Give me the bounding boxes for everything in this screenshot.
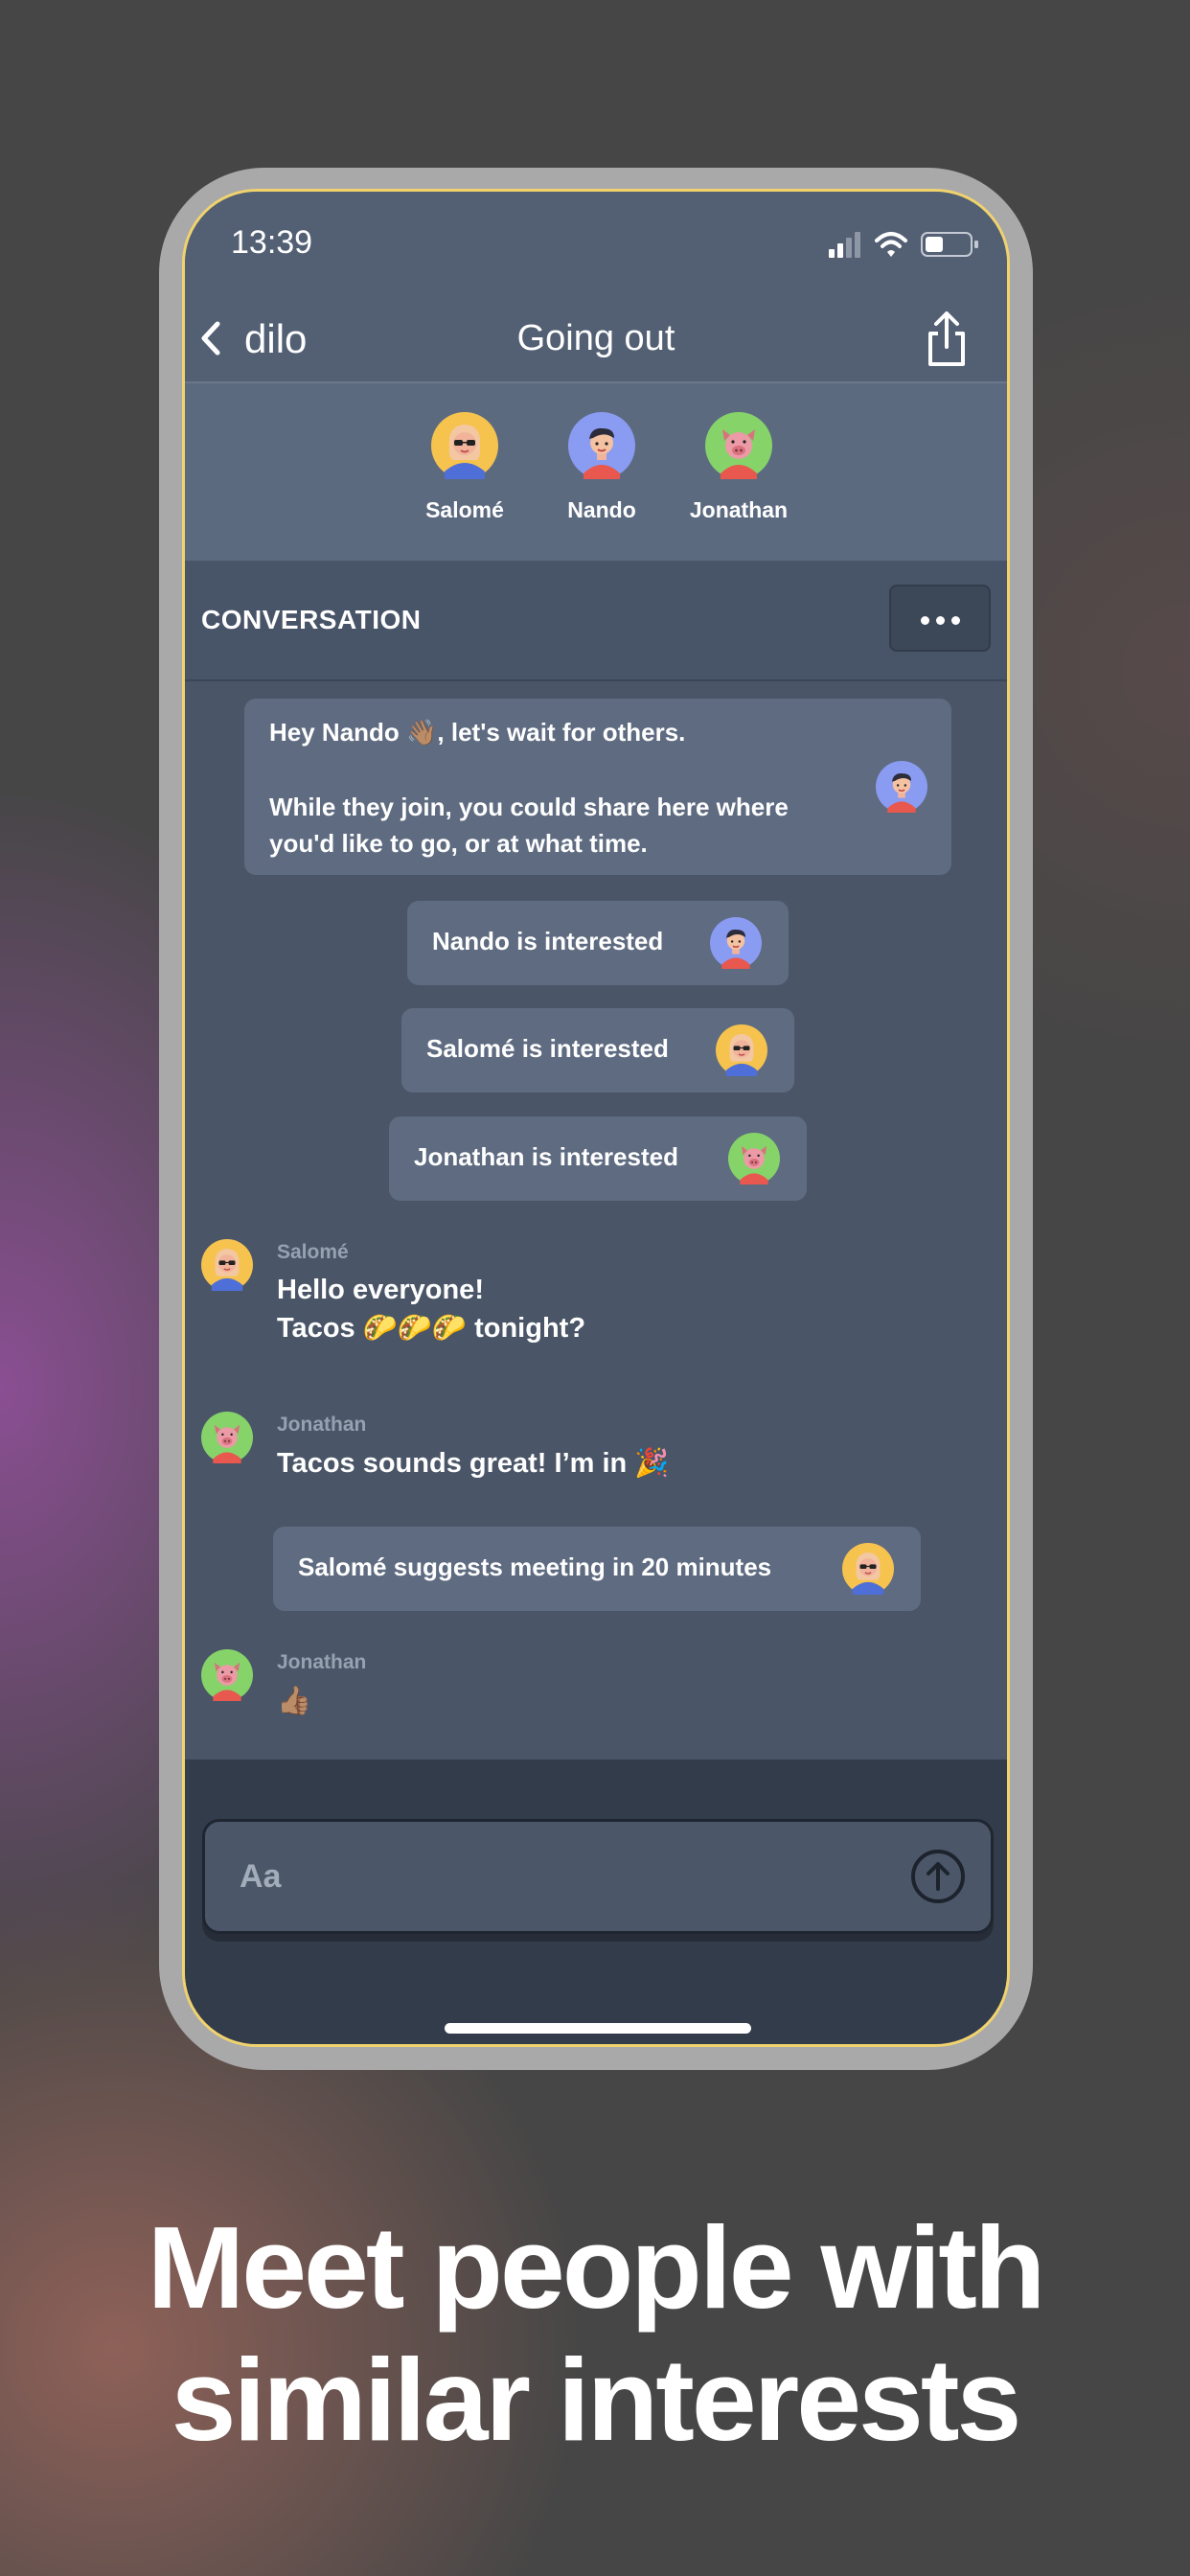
boy-avatar-icon [876, 761, 927, 813]
status-icons [829, 232, 978, 258]
event-text: Nando is interested [432, 927, 664, 955]
status-bar: 13:39 [185, 192, 1007, 297]
event-text: Jonathan is interested [414, 1142, 678, 1171]
page-title: Going out [516, 318, 675, 358]
welcome-message: Hey Nando 👋🏽, let's wait for others. Whi… [244, 699, 951, 875]
chat-messages[interactable]: Hey Nando 👋🏽, let's wait for others. Whi… [185, 681, 1007, 1760]
message-text: 👍🏽 [277, 1686, 312, 1716]
girl-sunglasses-avatar-icon [842, 1543, 894, 1595]
message-input-wrapper [202, 1819, 994, 1934]
participant-name: Nando [567, 497, 636, 522]
ellipsis-icon [921, 616, 929, 625]
pig-avatar-icon [705, 412, 772, 479]
headline-line: Meet people with [147, 2202, 1046, 2333]
girl-sunglasses-avatar-icon [716, 1024, 767, 1076]
message-sender: Jonathan [277, 1651, 367, 1673]
boy-avatar-icon [710, 917, 762, 969]
event-interested-salome: Salomé is interested [401, 1008, 794, 1092]
battery-icon [921, 232, 978, 257]
participant-jonathan[interactable]: Jonathan [667, 412, 811, 523]
headline-line: similar interests [171, 2334, 1022, 2465]
message-input[interactable] [238, 1847, 855, 1906]
back-chevron-icon[interactable] [196, 314, 225, 362]
event-interested-nando: Nando is interested [407, 901, 789, 985]
boy-avatar-icon [567, 411, 636, 480]
more-options-button[interactable] [889, 585, 991, 652]
nav-bar: dilo Going out [185, 297, 1007, 383]
pig-avatar-icon [728, 1133, 780, 1184]
home-indicator[interactable] [445, 2023, 751, 2034]
participant-salome[interactable]: Salomé [393, 411, 537, 523]
message-sender: Jonathan [277, 1414, 367, 1436]
pig-avatar-icon [201, 1412, 253, 1463]
event-suggestion: Salomé suggests meeting in 20 minutes [273, 1527, 921, 1611]
pig-avatar-icon [201, 1649, 253, 1701]
participant-name: Jonathan [689, 497, 789, 522]
composer-bar [185, 1760, 1007, 2044]
welcome-line: While they join, you could share here wh… [269, 793, 789, 821]
welcome-line: Hey Nando 👋🏽, let's wait for others. [269, 718, 686, 747]
message-sender: Salomé [277, 1241, 349, 1263]
send-arrow-icon[interactable] [910, 1849, 966, 1904]
conversation-header: CONVERSATION [185, 561, 1007, 681]
girl-sunglasses-avatar-icon [430, 411, 499, 480]
share-icon[interactable] [923, 309, 971, 370]
girl-sunglasses-avatar-icon [201, 1239, 253, 1291]
participant-name: Salomé [425, 497, 504, 522]
conversation-title: CONVERSATION [201, 605, 422, 634]
ellipsis-icon [936, 616, 945, 625]
phone-screen: 13:39 dilo Going out Salomé Nando Jonath… [182, 189, 1010, 2047]
ellipsis-icon [951, 616, 960, 625]
message-text: Tacos sounds great! I’m in 🎉 [277, 1448, 670, 1479]
participant-nando[interactable]: Nando [530, 411, 674, 523]
back-app-name[interactable]: dilo [244, 316, 307, 362]
welcome-line: you'd like to go, or at what time. [269, 829, 648, 858]
event-interested-jonathan: Jonathan is interested [389, 1116, 807, 1201]
message-text: Hello everyone! [277, 1275, 484, 1305]
status-time: 13:39 [231, 224, 313, 261]
event-text: Salomé suggests meeting in 20 minutes [298, 1552, 772, 1581]
message-text: Tacos 🌮🌮🌮 tonight? [277, 1313, 586, 1344]
event-text: Salomé is interested [426, 1034, 669, 1063]
signal-icon [829, 232, 860, 258]
wifi-icon [875, 232, 907, 257]
participants-bar: Salomé Nando Jonathan [185, 383, 1007, 561]
